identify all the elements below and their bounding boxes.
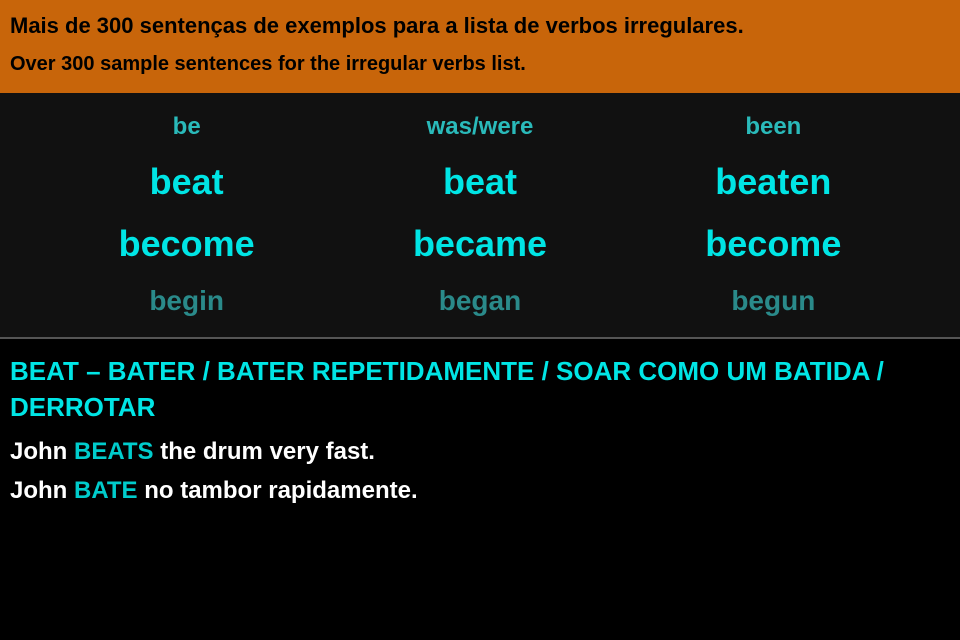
sentence-1-highlight: BEATS — [74, 438, 154, 465]
sentence-2-prefix: John — [10, 477, 74, 504]
verb-cell-beat1: beat — [40, 155, 333, 209]
verb-became: became — [413, 223, 547, 264]
sentence-1-suffix: the drum very fast. — [154, 438, 375, 465]
header-pt-text: Mais de 300 sentenças de exemplos para a… — [10, 12, 950, 41]
verb-be: be — [173, 113, 201, 140]
verb-cell-beat2: beat — [333, 155, 626, 209]
verb-cell-beaten: beaten — [627, 155, 920, 209]
verb-become2: become — [705, 223, 841, 264]
header-en-text: Over 300 sample sentences for the irregu… — [10, 51, 950, 77]
verb-table-section: be was/were been beat beat beaten become… — [0, 93, 960, 339]
content-section: BEAT – BATER / BATER REPETIDAMENTE / SOA… — [0, 339, 960, 525]
header-section: Mais de 300 sentenças de exemplos para a… — [0, 0, 960, 93]
verb-cell-became: became — [333, 217, 626, 271]
verb-been: been — [745, 113, 801, 140]
verb-beaten: beaten — [715, 161, 831, 202]
verb-cell-become1: become — [40, 217, 333, 271]
verb-cell-began: began — [333, 279, 626, 323]
sentence-2: John BATE no tambor rapidamente. — [10, 472, 950, 510]
verb-row-be: be was/were been — [0, 103, 960, 151]
verb-cell-begun: begun — [627, 279, 920, 323]
sentence-1-prefix: John — [10, 438, 74, 465]
verb-began: began — [439, 285, 521, 316]
verb-row-begin: begin began begun — [0, 275, 960, 327]
verb-beat2: beat — [443, 161, 517, 202]
verb-beat1: beat — [150, 161, 224, 202]
sentence-1: John BEATS the drum very fast. — [10, 433, 950, 471]
content-title: BEAT – BATER / BATER REPETIDAMENTE / SOA… — [10, 353, 950, 426]
verb-cell-become2: become — [627, 217, 920, 271]
verb-row-beat: beat beat beaten — [0, 151, 960, 213]
sentence-2-suffix: no tambor rapidamente. — [138, 477, 418, 504]
verb-begin: begin — [149, 285, 224, 316]
verb-become1: become — [119, 223, 255, 264]
verb-was-were: was/were — [427, 113, 534, 140]
verb-row-become: become became become — [0, 213, 960, 275]
verb-cell-begin: begin — [40, 279, 333, 323]
sentence-2-highlight: BATE — [74, 477, 138, 504]
verb-begun: begun — [731, 285, 815, 316]
verb-cell-been: been — [627, 107, 920, 147]
verb-cell-be: be — [40, 107, 333, 147]
verb-cell-was-were: was/were — [333, 107, 626, 147]
